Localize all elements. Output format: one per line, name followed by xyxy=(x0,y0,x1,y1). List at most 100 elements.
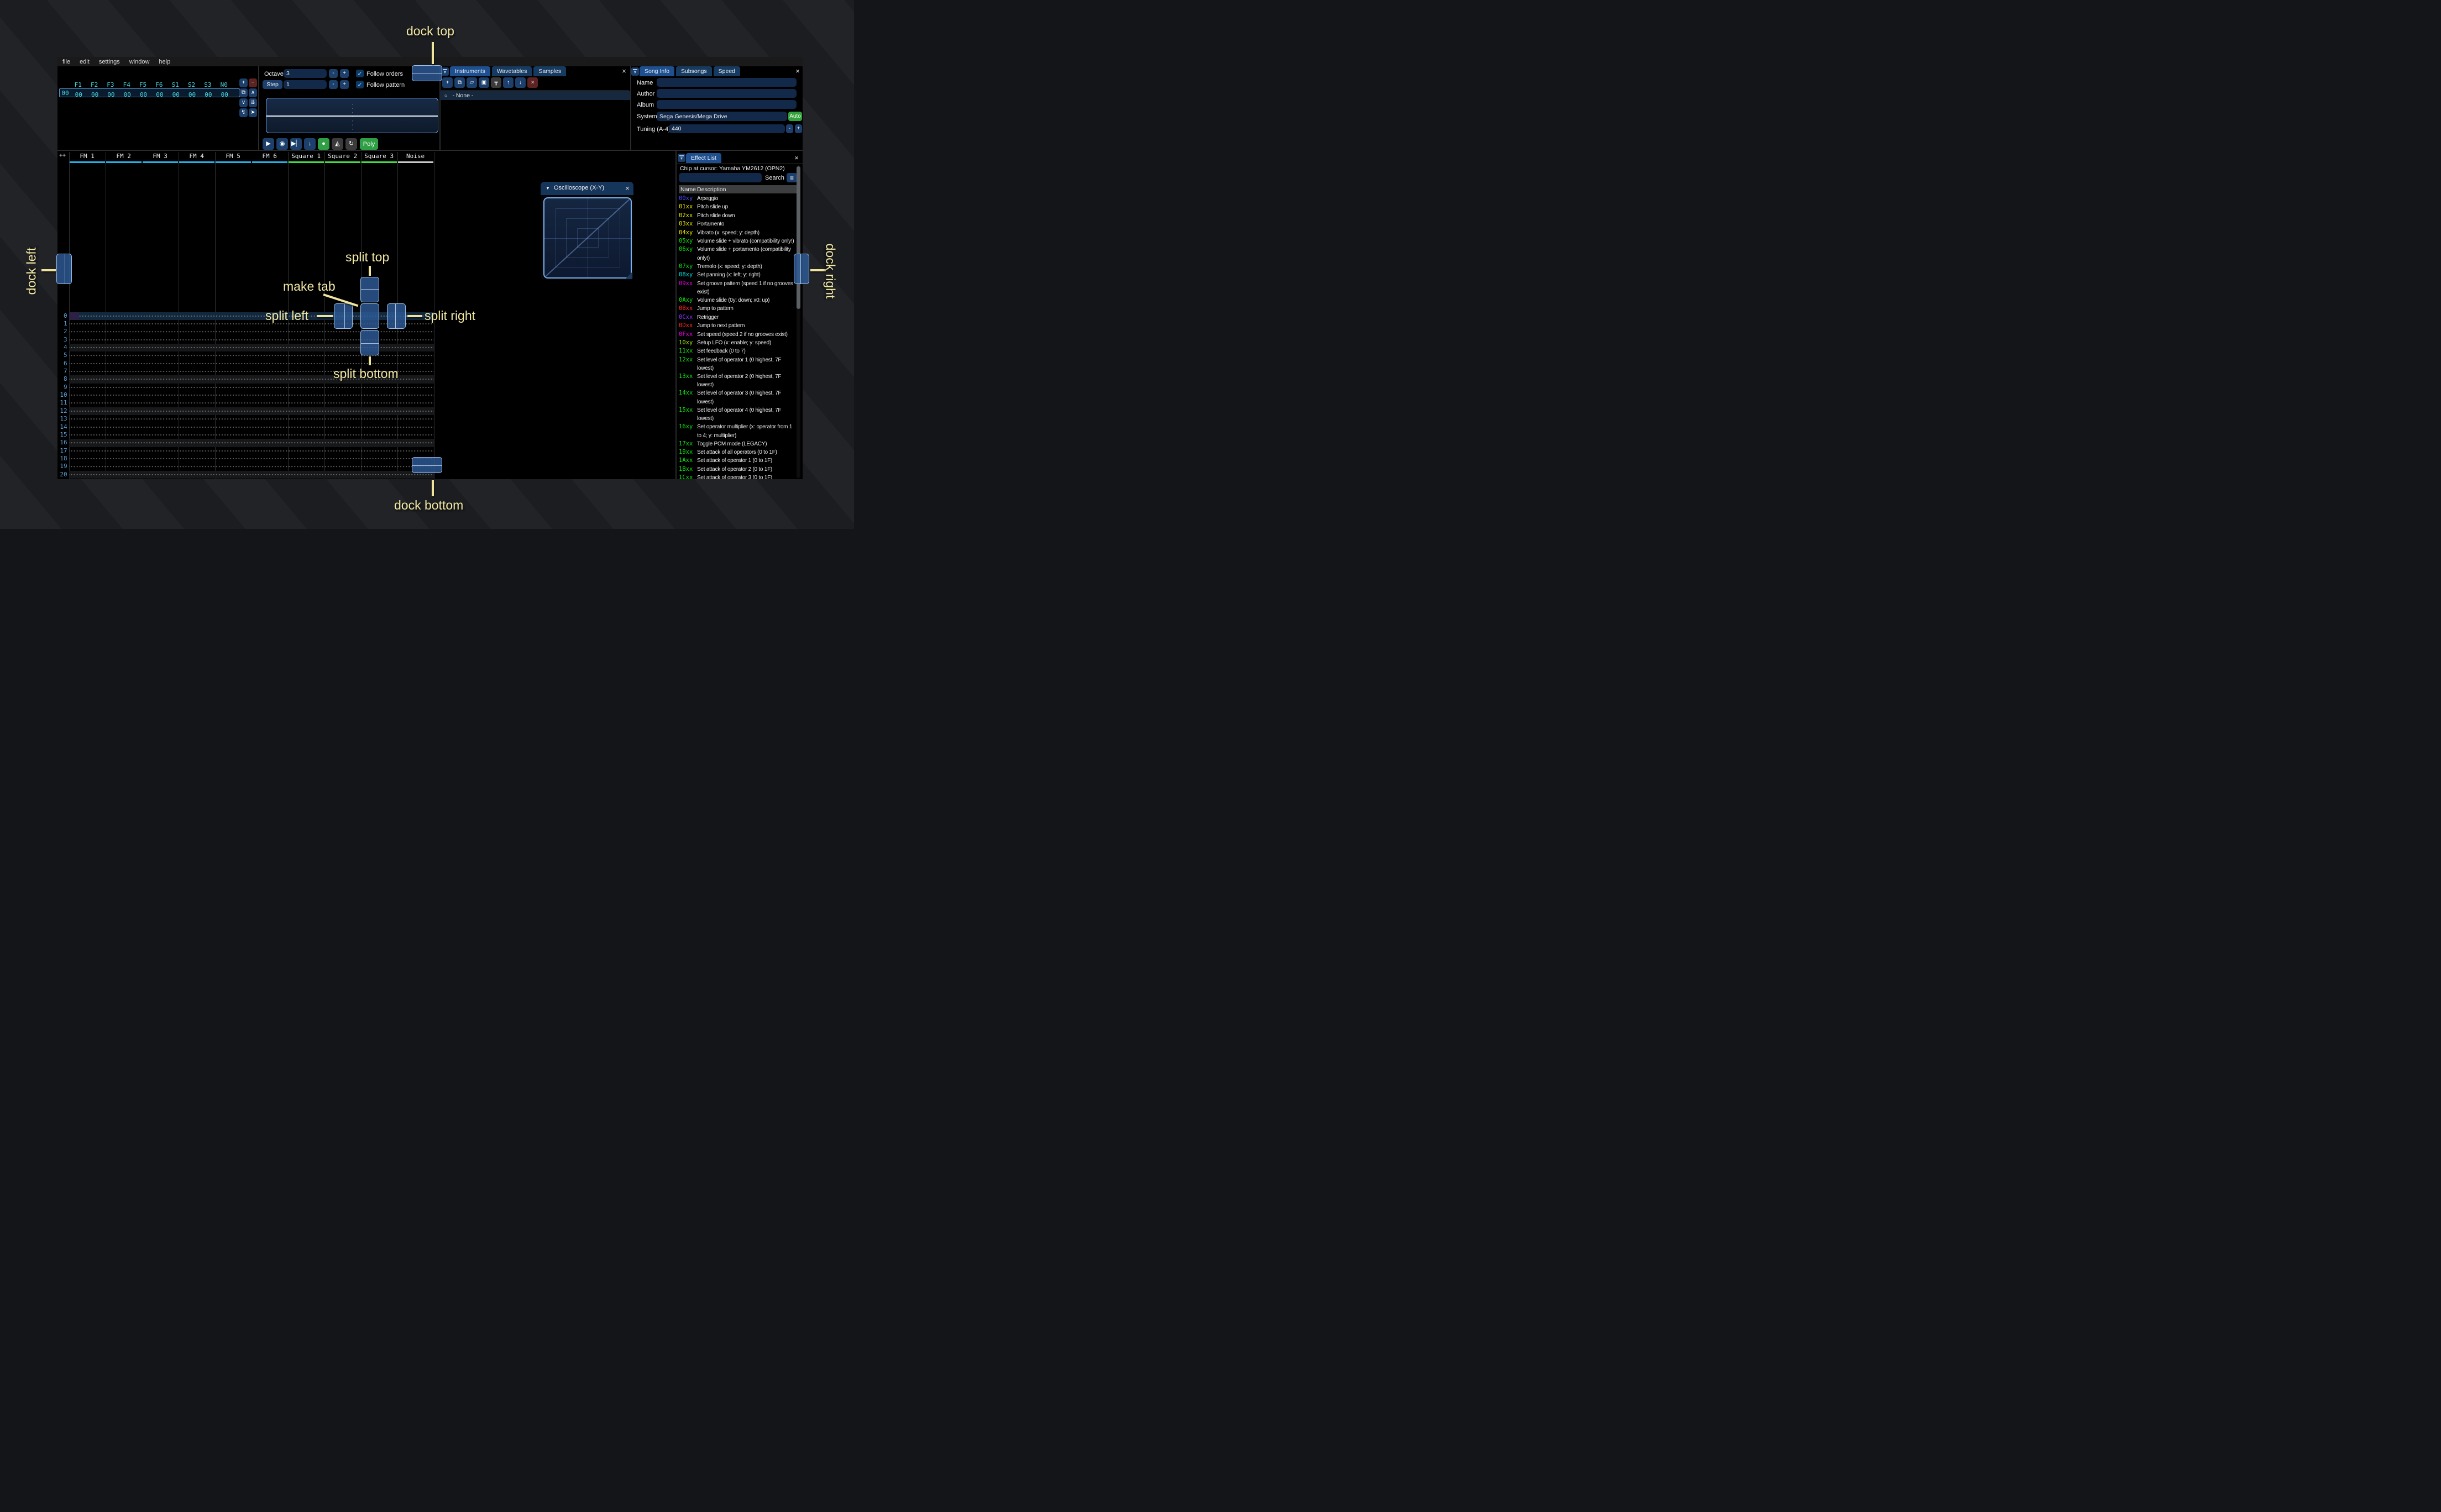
pattern-row[interactable] xyxy=(69,463,434,471)
transport-button[interactable]: ◭ xyxy=(332,138,343,150)
follow-pattern-checkbox[interactable]: ✓ xyxy=(356,81,364,88)
instruments-tab[interactable]: Samples xyxy=(533,66,567,76)
effect-row[interactable]: 15xx Set level of operator 4 (0 highest,… xyxy=(679,406,797,423)
step-chip[interactable]: Step xyxy=(263,80,282,89)
split-bottom-target[interactable] xyxy=(360,330,379,355)
orders-toolbar-button[interactable]: ➤ xyxy=(249,108,257,117)
field-input[interactable] xyxy=(657,78,797,87)
instruments-tab[interactable]: Instruments xyxy=(450,66,490,76)
instrument-toolbar-button[interactable]: + xyxy=(442,77,453,88)
tab-list-arrow-icon[interactable]: ▼ xyxy=(441,67,449,76)
tuning-input[interactable]: 440 xyxy=(669,124,785,133)
step-plus-button[interactable]: + xyxy=(340,80,349,89)
instrument-toolbar-button[interactable]: ⧉ xyxy=(454,77,465,88)
effect-row[interactable]: 0Cxx Retrigger xyxy=(679,313,797,322)
orders-toolbar-button[interactable]: ∨ xyxy=(239,98,248,107)
step-minus-button[interactable]: - xyxy=(329,80,338,89)
effect-row[interactable]: 03xx Portamento xyxy=(679,220,797,228)
orders-toolbar-button[interactable]: − xyxy=(249,78,257,87)
instrument-toolbar-button[interactable]: ↑ xyxy=(503,77,514,88)
pattern-row[interactable] xyxy=(69,415,434,423)
instrument-toolbar-button[interactable]: ▱ xyxy=(467,77,477,88)
pattern-cursor-cell[interactable] xyxy=(69,312,79,320)
oscilloscope-close-icon[interactable]: × xyxy=(624,185,631,192)
orders-toolbar-button[interactable]: ⧉ xyxy=(239,88,248,97)
transport-button[interactable]: ↻ xyxy=(345,138,357,150)
effect-row[interactable]: 10xy Setup LFO (x: enable; y: speed) xyxy=(679,339,797,347)
poly-mono-toggle[interactable]: Poly xyxy=(360,138,378,150)
effect-row[interactable]: 07xy Tremolo (x: speed; y: depth) xyxy=(679,262,797,271)
order-cell[interactable]: 00 xyxy=(168,91,184,98)
dock-top-target[interactable] xyxy=(412,65,442,81)
channel-header[interactable]: Square 2 xyxy=(324,152,361,161)
field-input[interactable] xyxy=(657,100,797,109)
follow-orders-checkbox[interactable]: ✓ xyxy=(356,70,364,77)
effect-row[interactable]: 17xx Toggle PCM mode (LEGACY) xyxy=(679,440,797,448)
order-row[interactable]: 00 00 00 00 00 00 00 00 00 00 00 xyxy=(59,88,240,98)
menu-item[interactable]: help xyxy=(159,59,170,65)
effect-list-scrollbar[interactable] xyxy=(797,165,800,478)
orders-toolbar-button[interactable]: + xyxy=(239,78,248,87)
effect-row[interactable]: 12xx Set level of operator 1 (0 highest,… xyxy=(679,356,797,372)
effect-row[interactable]: 13xx Set level of operator 2 (0 highest,… xyxy=(679,372,797,389)
order-cell[interactable]: 00 xyxy=(119,91,135,98)
effect-row[interactable]: 00xy Arpeggio xyxy=(679,195,797,203)
split-right-target[interactable] xyxy=(387,303,406,329)
order-cell[interactable]: 00 xyxy=(103,91,119,98)
channel-header[interactable]: Noise xyxy=(397,152,434,161)
instrument-toolbar-button[interactable]: × xyxy=(527,77,538,88)
transport-button[interactable]: ▶▏ xyxy=(290,138,302,150)
channel-header[interactable]: FM 1 xyxy=(69,152,106,161)
tuning-plus-button[interactable]: + xyxy=(795,124,802,133)
oscilloscope-view[interactable] xyxy=(266,98,438,133)
effect-row[interactable]: 1Axx Set attack of operator 1 (0 to 1F) xyxy=(679,456,797,465)
scrollbar-thumb[interactable] xyxy=(797,166,800,309)
orders-toolbar-button[interactable]: ↯ xyxy=(239,108,248,117)
menu-item[interactable]: edit xyxy=(80,59,90,65)
orders-toolbar-button[interactable]: ⇊ xyxy=(249,98,257,107)
effect-row[interactable]: 05xy Volume slide + vibrato (compatibili… xyxy=(679,237,797,245)
instruments-close-icon[interactable]: × xyxy=(620,67,628,75)
channel-header[interactable]: Square 3 xyxy=(361,152,397,161)
octave-minus-button[interactable]: - xyxy=(329,69,338,78)
effect-row[interactable]: 14xx Set level of operator 3 (0 highest,… xyxy=(679,389,797,406)
effect-row[interactable]: 11xx Set feedback (0 to 7) xyxy=(679,347,797,355)
effect-row[interactable]: 04xy Vibrato (x: speed; y: depth) xyxy=(679,229,797,237)
order-cell[interactable]: 00 xyxy=(184,91,200,98)
tab-list-arrow-icon[interactable]: ▼ xyxy=(631,67,639,76)
step-input[interactable]: 1 xyxy=(284,80,327,89)
orders-toolbar-button[interactable]: ∧ xyxy=(249,88,257,97)
instrument-toolbar-button[interactable]: ▣ xyxy=(479,77,489,88)
channel-header[interactable]: FM 2 xyxy=(106,152,142,161)
transport-button[interactable]: ↓ xyxy=(304,138,316,150)
pattern-row[interactable] xyxy=(69,470,434,479)
effect-row[interactable]: 08xy Set panning (x: left; y: right) xyxy=(679,271,797,279)
effect-row[interactable]: 0Fxx Set speed (speed 2 if no grooves ex… xyxy=(679,330,797,339)
effect-row[interactable]: 09xx Set groove pattern (speed 1 if no g… xyxy=(679,280,797,296)
split-left-target[interactable] xyxy=(334,303,353,329)
transport-button[interactable]: ▶ xyxy=(263,138,274,150)
pattern-row[interactable] xyxy=(69,439,434,447)
menu-item[interactable]: window xyxy=(129,59,150,65)
tuning-minus-button[interactable]: - xyxy=(786,124,793,133)
collapse-icon[interactable]: ▼ xyxy=(546,186,550,191)
order-cell[interactable]: 00 xyxy=(87,91,103,98)
instruments-tab[interactable]: Wavetables xyxy=(491,66,532,76)
song-info-tab[interactable]: Subsongs xyxy=(675,66,712,76)
pattern-expand-button[interactable]: ++ xyxy=(59,153,66,159)
menu-item[interactable]: settings xyxy=(99,59,120,65)
effect-row[interactable]: 19xx Set attack of all operators (0 to 1… xyxy=(679,448,797,456)
order-cell[interactable]: 00 xyxy=(135,91,151,98)
auto-system-button[interactable]: Auto xyxy=(788,112,802,121)
octave-plus-button[interactable]: + xyxy=(340,69,349,78)
pattern-row[interactable] xyxy=(69,407,434,416)
channel-header[interactable]: FM 4 xyxy=(179,152,215,161)
description-column-header[interactable]: Description xyxy=(697,186,726,193)
transport-button[interactable]: ◉ xyxy=(276,138,288,150)
effect-search-input[interactable] xyxy=(679,173,762,182)
transport-button[interactable]: ● xyxy=(318,138,329,150)
effect-row[interactable]: 1Bxx Set attack of operator 2 (0 to 1F) xyxy=(679,465,797,474)
name-column-header[interactable]: Name xyxy=(680,186,697,193)
effect-row[interactable]: 1Cxx Set attack of operator 3 (0 to 1F) xyxy=(679,474,797,479)
effect-list-menu-button[interactable]: ≡ xyxy=(787,173,797,182)
